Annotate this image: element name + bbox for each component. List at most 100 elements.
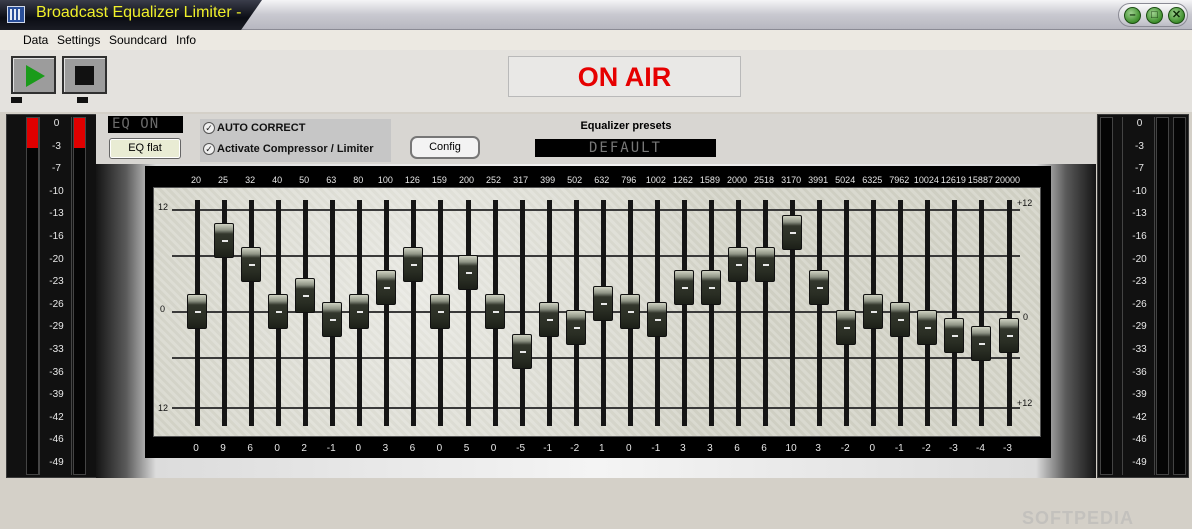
band-slider-track[interactable] — [249, 200, 255, 426]
band-slider-knob[interactable] — [863, 294, 884, 329]
band-slider-knob[interactable] — [700, 270, 721, 306]
compressor-label: Activate Compressor / Limiter — [217, 143, 374, 155]
band-slider-knob[interactable] — [241, 246, 262, 282]
band-slider-track[interactable] — [384, 200, 390, 426]
band-slider-knob[interactable] — [538, 301, 559, 337]
band-slider-track[interactable] — [708, 200, 714, 426]
band-slider-track[interactable] — [763, 200, 769, 426]
band-slider-track[interactable] — [817, 200, 823, 426]
band-slider-track[interactable] — [465, 200, 471, 426]
scale-label: +12 — [1017, 198, 1033, 208]
band-slider-knob[interactable] — [592, 286, 613, 322]
vu-scale-label: -3 — [1135, 140, 1144, 152]
band-slider-track[interactable] — [411, 200, 417, 426]
options-panel: ✓ AUTO CORRECT ✓ Activate Compressor / L… — [200, 119, 391, 162]
vu-bar-right-3 — [1173, 117, 1186, 475]
minimize-button[interactable]: – — [1124, 7, 1141, 24]
band-slider-knob[interactable] — [917, 309, 938, 345]
band-slider-knob[interactable] — [998, 317, 1019, 353]
band-slider-knob[interactable] — [376, 270, 397, 306]
grid-line-bottom — [172, 407, 1020, 409]
preset-selector[interactable]: DEFAULT — [535, 139, 716, 157]
vu-scale-label: -39 — [1132, 389, 1147, 401]
grid-line — [172, 255, 1020, 257]
scale-label: 12 — [158, 202, 169, 212]
vu-scale-label: 0 — [1136, 118, 1143, 129]
vu-scale-label: -29 — [1132, 321, 1147, 333]
control-strip: EQ ON EQ flat ✓ AUTO CORRECT ✓ Activate … — [96, 114, 1096, 164]
eq-flat-button[interactable]: EQ flat — [109, 138, 181, 159]
band-slider-knob[interactable] — [619, 294, 640, 329]
band-slider-track[interactable] — [979, 200, 985, 426]
band-slider-knob[interactable] — [728, 246, 748, 282]
vu-scale-label: -33 — [1132, 344, 1147, 355]
band-slider-track[interactable] — [736, 200, 741, 426]
band-slider-knob[interactable] — [511, 333, 532, 369]
vu-scale-label: -33 — [49, 344, 64, 355]
maximize-button[interactable]: □ — [1146, 7, 1163, 24]
band-slider-knob[interactable] — [890, 301, 911, 337]
vu-scale-label: -16 — [1132, 231, 1147, 242]
band-slider-track[interactable] — [681, 200, 687, 426]
scale-label: 0 — [160, 304, 166, 314]
stop-indicator — [77, 97, 88, 103]
on-air-indicator: ON AIR — [508, 56, 741, 97]
scale-label: 0 — [1023, 312, 1029, 322]
scale-label: +12 — [1017, 398, 1033, 408]
band-slider-knob[interactable] — [971, 325, 992, 361]
band-slider-knob[interactable] — [403, 246, 424, 282]
band-slider-track[interactable] — [519, 200, 525, 426]
band-slider-knob[interactable] — [295, 278, 316, 314]
vu-bar-left-2 — [73, 117, 86, 475]
band-slider-knob[interactable] — [782, 215, 803, 250]
equalizer-area: 12 0 12 +12 0 +12 SOFTPEDIA 20 0 25 9 32 6 40 0… — [96, 164, 1133, 528]
band-slider-knob[interactable] — [349, 294, 370, 329]
band-slider-knob[interactable] — [457, 254, 478, 290]
menu-info[interactable]: Info — [176, 33, 196, 47]
vu-bar-right-1 — [1100, 117, 1113, 475]
play-indicator — [11, 97, 22, 103]
band-slider-track[interactable] — [952, 200, 958, 426]
vu-scale-label: -49 — [1132, 457, 1147, 468]
vu-level — [74, 118, 85, 148]
vu-scale-label: -7 — [1135, 163, 1144, 175]
auto-correct-checkbox[interactable]: ✓ — [203, 122, 215, 134]
band-slider-knob[interactable] — [322, 301, 343, 337]
play-button[interactable] — [11, 56, 56, 94]
vu-scale-label: -42 — [49, 411, 64, 423]
band-slider-knob[interactable] — [268, 294, 289, 329]
menu-bar: Data Settings Soundcard Info — [0, 30, 1192, 50]
vu-scale-label: -10 — [49, 185, 64, 197]
auto-correct-label: AUTO CORRECT — [217, 122, 306, 134]
band-slider-knob[interactable] — [809, 270, 830, 306]
vu-scale-label: -39 — [49, 389, 64, 401]
band-slider-track[interactable] — [1006, 200, 1012, 426]
watermark: SOFTPEDIA — [1022, 508, 1135, 528]
menu-soundcard[interactable]: Soundcard — [109, 33, 167, 47]
compressor-checkbox[interactable]: ✓ — [203, 143, 215, 155]
vu-scale-label: -49 — [49, 457, 64, 468]
menu-settings[interactable]: Settings — [57, 33, 100, 47]
band-slider-knob[interactable] — [646, 301, 667, 337]
app-icon — [7, 6, 25, 23]
band-slider-knob[interactable] — [484, 294, 505, 329]
stop-button[interactable] — [62, 56, 107, 94]
band-slider-knob[interactable] — [430, 294, 451, 329]
equalizer-plate: 12 0 12 +12 0 +12 SOFTPEDIA — [153, 187, 1133, 528]
vu-scale-label: -26 — [49, 298, 64, 310]
band-slider-knob[interactable] — [944, 317, 965, 353]
presets-label: Equalizer presets — [580, 120, 672, 132]
close-button[interactable]: ✕ — [1168, 7, 1185, 24]
menu-data[interactable]: Data — [23, 33, 48, 47]
band-slider-knob[interactable] — [673, 270, 694, 306]
band-slider-knob[interactable] — [565, 309, 586, 345]
config-button[interactable]: Config — [410, 136, 480, 159]
band-slider-knob[interactable] — [836, 309, 857, 345]
vu-scale-label: -10 — [1132, 185, 1147, 197]
title-bar[interactable]: Broadcast Equalizer Limiter - – □ ✕ — [0, 0, 1192, 30]
band-slider-knob[interactable] — [755, 246, 776, 282]
vu-scale-label: -23 — [1132, 276, 1147, 288]
band-slider-knob[interactable] — [187, 294, 207, 329]
vu-bar-left-1 — [26, 117, 39, 475]
band-slider-knob[interactable] — [214, 222, 235, 258]
